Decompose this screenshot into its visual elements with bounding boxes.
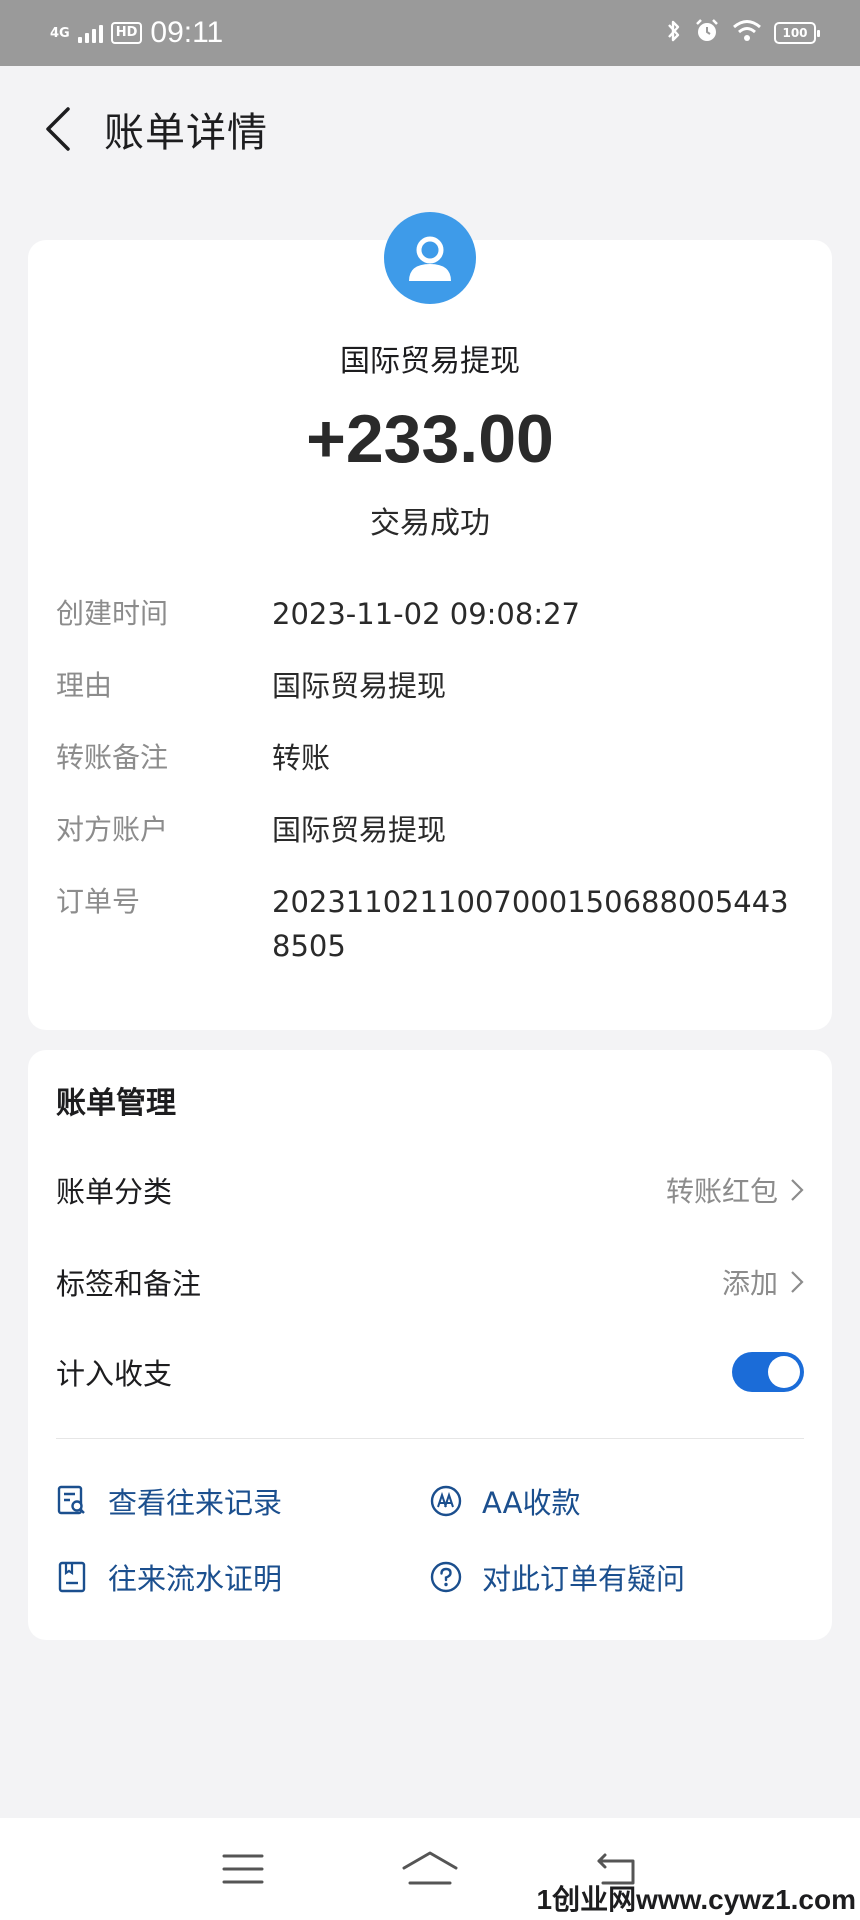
transaction-detail-card: 国际贸易提现 +233.00 交易成功 创建时间 2023-11-02 09:0… (28, 212, 832, 1030)
detail-row-created-time: 创建时间 2023-11-02 09:08:27 (56, 592, 804, 636)
order-question-action[interactable]: 对此订单有疑问 (430, 1552, 685, 1602)
battery-icon: 100 (774, 22, 820, 44)
signal-bars-icon (77, 23, 103, 43)
nav-header: 账单详情 (0, 66, 860, 192)
action-label: AA收款 (482, 1486, 581, 1520)
signal-type: 4G (50, 25, 70, 41)
count-in-balance-row: 计入收支 (56, 1342, 804, 1402)
transaction-status: 交易成功 (370, 506, 490, 541)
bill-category-row[interactable]: 账单分类 转账红包 (56, 1160, 804, 1220)
detail-value: 国际贸易提现 (272, 669, 447, 703)
category-value: 转账红包 (665, 1175, 778, 1208)
bill-manage-card: 账单管理 账单分类 转账红包 标签和备注 添加 计入收支 查看往来记录 AA收款 (28, 1050, 832, 1640)
detail-row-reason: 理由 国际贸易提现 (56, 664, 804, 708)
action-label: 对此订单有疑问 (482, 1562, 686, 1596)
detail-label: 理由 (56, 669, 113, 702)
action-label: 往来流水证明 (108, 1562, 283, 1596)
manage-label: 计入收支 (56, 1357, 173, 1391)
certificate-icon (56, 1561, 88, 1593)
detail-value: 2023-11-02 09:08:27 (272, 597, 580, 631)
view-records-action[interactable]: 查看往来记录 (56, 1476, 282, 1526)
chevron-left-icon (46, 107, 70, 151)
record-search-icon (56, 1485, 88, 1517)
merchant-name: 国际贸易提现 (340, 344, 520, 379)
home-icon (402, 1851, 458, 1885)
question-icon (430, 1561, 462, 1593)
status-left: 4G HD 09:11 (50, 16, 223, 50)
status-right: 100 (666, 18, 820, 48)
manage-label: 标签和备注 (56, 1267, 202, 1301)
toggle-knob (768, 1356, 800, 1388)
bluetooth-icon (666, 18, 682, 48)
detail-value: 国际贸易提现 (272, 813, 447, 847)
wifi-icon (732, 19, 762, 47)
home-button[interactable] (395, 1839, 465, 1899)
manage-right: 添加 (722, 1262, 804, 1302)
flow-certificate-action[interactable]: 往来流水证明 (56, 1552, 282, 1602)
order-number-value[interactable]: 20231102110070001506880054438505 (272, 880, 804, 968)
section-title: 账单管理 (56, 1086, 176, 1121)
status-bar: 4G HD 09:11 100 (0, 0, 860, 66)
aa-icon (430, 1485, 462, 1517)
chevron-right-icon (791, 1271, 804, 1293)
status-time: 09:11 (150, 16, 224, 49)
manage-right: 转账红包 (666, 1170, 804, 1210)
menu-button[interactable] (208, 1839, 278, 1899)
avatar (384, 212, 476, 304)
detail-value: 转账 (272, 741, 331, 775)
detail-label: 对方账户 (56, 813, 169, 846)
detail-row-counterparty: 对方账户 国际贸易提现 (56, 808, 804, 852)
aa-collect-action[interactable]: AA收款 (430, 1476, 580, 1526)
watermark-text: 1创业网www.cywz1.com (536, 1884, 857, 1915)
back-button[interactable] (28, 99, 88, 159)
action-label: 查看往来记录 (108, 1486, 283, 1520)
user-icon (409, 236, 451, 281)
alarm-icon (694, 18, 720, 48)
tags-notes-row[interactable]: 标签和备注 添加 (56, 1252, 804, 1312)
manage-label: 账单分类 (56, 1175, 173, 1209)
detail-label: 订单号 (56, 885, 141, 918)
count-in-balance-toggle[interactable] (732, 1352, 804, 1392)
divider (56, 1438, 804, 1439)
transaction-amount: +233.00 (306, 401, 554, 477)
detail-row-remark: 转账备注 转账 (56, 736, 804, 780)
menu-icon (222, 1854, 264, 1884)
page-title: 账单详情 (104, 110, 268, 156)
tags-value: 添加 (721, 1267, 778, 1300)
detail-label: 转账备注 (56, 741, 169, 774)
detail-label: 创建时间 (56, 597, 169, 630)
chevron-right-icon (791, 1179, 804, 1201)
detail-row-order-number: 订单号 20231102110070001506880054438505 (56, 880, 804, 968)
hd-badge: HD (110, 22, 143, 44)
